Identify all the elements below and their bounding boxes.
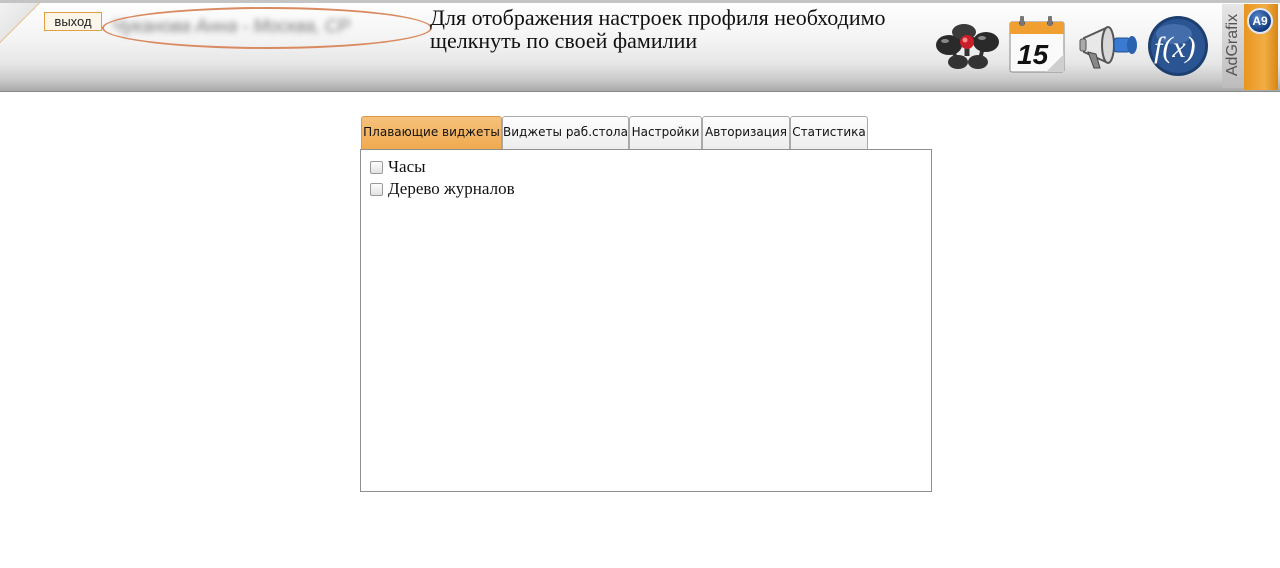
tab-authorization[interactable]: Авторизация (702, 116, 790, 150)
hint-line-2: щелкнуть по своей фамилии (430, 28, 698, 53)
header-top-line (0, 0, 1280, 3)
profile-hint-text: Для отображения настроек профиля необход… (430, 6, 990, 52)
tab-statistics[interactable]: Статистика (790, 116, 868, 150)
option-clock[interactable]: Часы (370, 157, 426, 177)
page-corner-fold (0, 3, 40, 43)
journal-tree-checkbox[interactable] (370, 182, 383, 196)
user-name-highlight-ellipse (102, 7, 432, 49)
tab-settings[interactable]: Настройки (629, 116, 702, 150)
function-symbol-text: f(x) (1154, 31, 1196, 64)
calendar-icon[interactable]: 15 (1006, 14, 1070, 74)
brand-badge-icon[interactable]: A9 (1247, 8, 1273, 34)
molecule-icon[interactable] (934, 20, 1000, 72)
journal-tree-label: Дерево журналов (388, 179, 515, 198)
brand-name: AdGrafix (1224, 13, 1241, 77)
header-bar: выход Чуканова Анна - Москва, СР Для ото… (0, 0, 1280, 92)
logout-button[interactable]: выход (44, 12, 102, 31)
option-journal-tree[interactable]: Дерево журналов (370, 179, 515, 199)
clock-checkbox[interactable] (370, 160, 383, 174)
tab-desktop-widgets[interactable]: Виджеты раб.стола (502, 116, 629, 150)
megaphone-icon[interactable] (1078, 18, 1140, 72)
tab-floating-widgets[interactable]: Плавающие виджеты (361, 116, 502, 150)
hint-line-1: Для отображения настроек профиля необход… (430, 5, 886, 30)
calendar-day-text: 15 (1017, 39, 1049, 70)
function-icon[interactable]: f(x) (1146, 14, 1212, 78)
tab-content-panel: Часы Дерево журналов (360, 149, 932, 492)
clock-label: Часы (388, 157, 426, 176)
